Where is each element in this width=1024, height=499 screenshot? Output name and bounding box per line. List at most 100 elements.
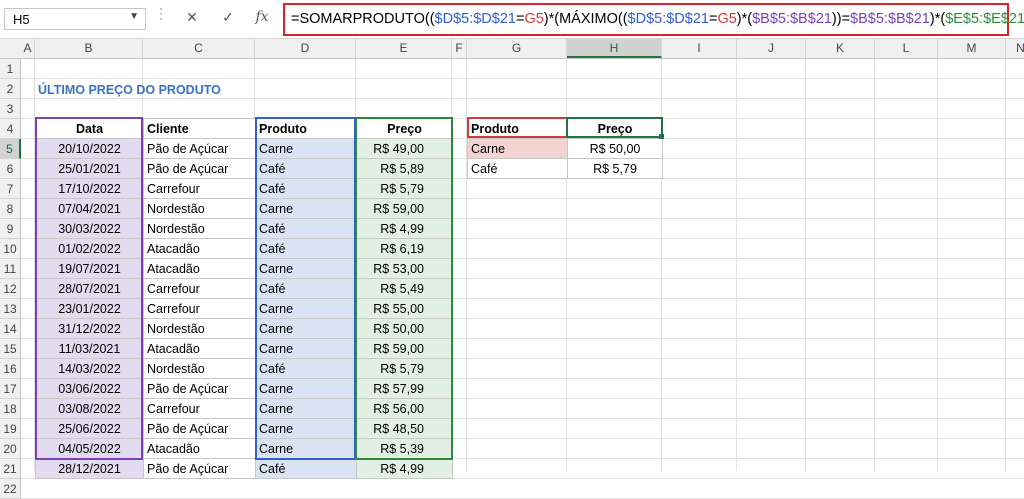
date-cell[interactable]: 28/12/2021: [35, 458, 144, 479]
price-cell[interactable]: R$ 48,50: [356, 418, 453, 439]
date-cell[interactable]: 31/12/2022: [35, 318, 144, 339]
product-cell[interactable]: Café: [255, 178, 357, 199]
date-cell[interactable]: 25/01/2021: [35, 158, 144, 179]
row-header-5[interactable]: 5: [0, 139, 21, 159]
price-cell[interactable]: R$ 55,00: [356, 298, 453, 319]
client-cell[interactable]: Pão de Açúcar: [143, 418, 256, 439]
column-header-m[interactable]: M: [938, 39, 1006, 58]
row-header-21[interactable]: 21: [0, 459, 21, 479]
column-header-d[interactable]: D: [255, 39, 356, 58]
price-cell[interactable]: R$ 5,79: [356, 178, 453, 199]
product-cell[interactable]: Carne: [255, 418, 357, 439]
row-header-15[interactable]: 15: [0, 339, 21, 359]
client-cell[interactable]: Carrefour: [143, 178, 256, 199]
row-header-3[interactable]: 3: [0, 99, 21, 119]
drag-handle-icon[interactable]: ⋮: [154, 6, 168, 20]
product-cell[interactable]: Carne: [255, 138, 357, 159]
client-cell[interactable]: Nordestão: [143, 358, 256, 379]
column-header-i[interactable]: I: [662, 39, 737, 58]
client-cell[interactable]: Atacadão: [143, 338, 256, 359]
chevron-down-icon[interactable]: ▼: [129, 11, 139, 22]
lookup-price-cell[interactable]: R$ 50,00: [567, 138, 663, 159]
row-header-8[interactable]: 8: [0, 199, 21, 219]
date-cell[interactable]: 14/03/2022: [35, 358, 144, 379]
name-box[interactable]: H5 ▼: [4, 8, 146, 30]
column-header-f[interactable]: F: [452, 39, 467, 58]
product-cell[interactable]: Café: [255, 278, 357, 299]
formula-input[interactable]: =SOMARPRODUTO(($D$5:$D$21=G5)*(MÁXIMO(($…: [283, 3, 1024, 36]
row-header-17[interactable]: 17: [0, 379, 21, 399]
date-cell[interactable]: 25/06/2022: [35, 418, 144, 439]
column-header-c[interactable]: C: [143, 39, 255, 58]
column-header-h[interactable]: H: [567, 39, 662, 58]
date-cell[interactable]: 17/10/2022: [35, 178, 144, 199]
lookup-product-cell[interactable]: Café: [467, 158, 568, 179]
date-cell[interactable]: 01/02/2022: [35, 238, 144, 259]
row-header-2[interactable]: 2: [0, 79, 21, 99]
row-header-19[interactable]: 19: [0, 419, 21, 439]
product-cell[interactable]: Carne: [255, 398, 357, 419]
row-header-1[interactable]: 1: [0, 59, 21, 79]
price-cell[interactable]: R$ 4,99: [356, 458, 453, 479]
price-cell[interactable]: R$ 56,00: [356, 398, 453, 419]
price-cell[interactable]: R$ 5,79: [356, 358, 453, 379]
fill-handle[interactable]: [659, 134, 664, 139]
date-cell[interactable]: 03/08/2022: [35, 398, 144, 419]
cancel-button[interactable]: ✕: [180, 6, 204, 28]
product-cell[interactable]: Café: [255, 358, 357, 379]
client-cell[interactable]: Carrefour: [143, 398, 256, 419]
row-header-22[interactable]: 22: [0, 479, 21, 499]
column-header-e[interactable]: E: [356, 39, 452, 58]
client-cell[interactable]: Pão de Açúcar: [143, 378, 256, 399]
insert-function-button[interactable]: fx: [250, 6, 274, 28]
client-cell[interactable]: Atacadão: [143, 438, 256, 459]
date-cell[interactable]: 19/07/2021: [35, 258, 144, 279]
product-cell[interactable]: Carne: [255, 298, 357, 319]
product-cell[interactable]: Carne: [255, 258, 357, 279]
client-cell[interactable]: Nordestão: [143, 318, 256, 339]
lookup-price-cell[interactable]: R$ 5,79: [567, 158, 663, 179]
product-cell[interactable]: Café: [255, 158, 357, 179]
column-header-j[interactable]: J: [737, 39, 806, 58]
product-cell[interactable]: Café: [255, 458, 357, 479]
row-header-9[interactable]: 9: [0, 219, 21, 239]
client-cell[interactable]: Carrefour: [143, 298, 256, 319]
price-cell[interactable]: R$ 49,00: [356, 138, 453, 159]
client-cell[interactable]: Pão de Açúcar: [143, 138, 256, 159]
date-cell[interactable]: 03/06/2022: [35, 378, 144, 399]
lookup-product-cell[interactable]: Carne: [467, 138, 568, 159]
price-cell[interactable]: R$ 50,00: [356, 318, 453, 339]
client-cell[interactable]: Nordestão: [143, 198, 256, 219]
product-cell[interactable]: Carne: [255, 338, 357, 359]
row-header-18[interactable]: 18: [0, 399, 21, 419]
date-cell[interactable]: 23/01/2022: [35, 298, 144, 319]
product-cell[interactable]: Carne: [255, 198, 357, 219]
product-cell[interactable]: Café: [255, 238, 357, 259]
date-cell[interactable]: 11/03/2021: [35, 338, 144, 359]
row-header-11[interactable]: 11: [0, 259, 21, 279]
product-cell[interactable]: Café: [255, 218, 357, 239]
client-cell[interactable]: Carrefour: [143, 278, 256, 299]
price-cell[interactable]: R$ 5,39: [356, 438, 453, 459]
price-cell[interactable]: R$ 5,89: [356, 158, 453, 179]
date-cell[interactable]: 30/03/2022: [35, 218, 144, 239]
row-header-10[interactable]: 10: [0, 239, 21, 259]
date-cell[interactable]: 28/07/2021: [35, 278, 144, 299]
product-cell[interactable]: Carne: [255, 378, 357, 399]
row-header-6[interactable]: 6: [0, 159, 21, 179]
price-cell[interactable]: R$ 6,19: [356, 238, 453, 259]
enter-button[interactable]: ✓: [216, 6, 240, 28]
date-cell[interactable]: 07/04/2021: [35, 198, 144, 219]
row-header-12[interactable]: 12: [0, 279, 21, 299]
row-header-20[interactable]: 20: [0, 439, 21, 459]
column-header-n[interactable]: N: [1006, 39, 1024, 58]
price-cell[interactable]: R$ 5,49: [356, 278, 453, 299]
row-header-16[interactable]: 16: [0, 359, 21, 379]
row-header-7[interactable]: 7: [0, 179, 21, 199]
row-header-13[interactable]: 13: [0, 299, 21, 319]
column-header-g[interactable]: G: [467, 39, 567, 58]
column-header-l[interactable]: L: [875, 39, 938, 58]
price-cell[interactable]: R$ 57,99: [356, 378, 453, 399]
column-header-b[interactable]: B: [35, 39, 143, 58]
price-cell[interactable]: R$ 59,00: [356, 338, 453, 359]
